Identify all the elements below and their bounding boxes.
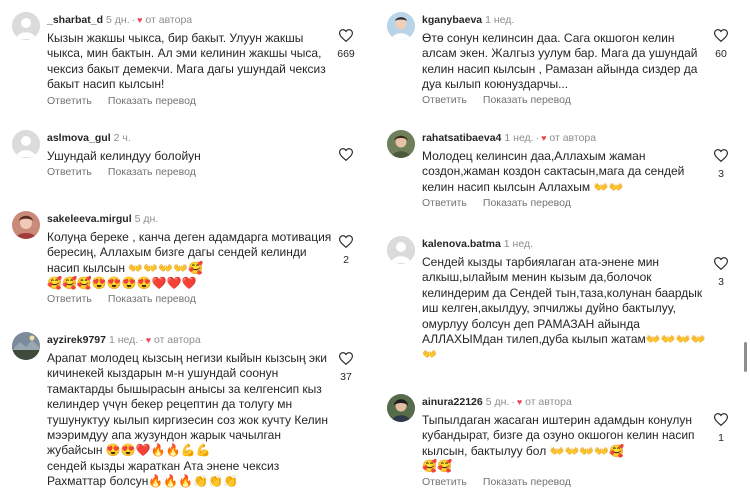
comment-header: ainura22126 5 дн. · ♥ от автора [422,396,572,409]
heart-outline-icon[interactable] [714,257,728,270]
like-count: 37 [340,371,352,383]
comments-column-right: kganybaeva 1 нед. Өтө сонун келинсин даа.… [375,0,750,500]
comment-text: Тыпылдаган жасаган иштерин адамдын конул… [422,413,695,474]
comment-time: 5 дн. [134,213,159,225]
like-control: 37 [331,352,361,383]
comment-username[interactable]: rahatsatibaeva4 [422,132,501,144]
heart-outline-icon[interactable] [339,352,353,365]
comment-actions: Ответить Показать перевод [47,95,212,107]
comment-username[interactable]: kalenova.batma [422,238,501,250]
comment-text: Ушундай келиндуу болойун [47,149,201,163]
comment-username[interactable]: ainura22126 [422,396,483,408]
comment-time: 1 нед. [504,132,534,144]
comment-time: 5 дн. [106,14,130,26]
comment-actions: Ответить Показать перевод [422,94,587,106]
comment-actions: Ответить Показать перевод [47,166,212,178]
comment-time: 1 нед. [485,14,515,26]
scrollbar-thumb[interactable] [744,342,747,372]
separator-dot: · [535,132,540,144]
comment-text: Өтө сонун келинсин даа. Сага окшогон кел… [422,31,698,92]
author-label: от автора [145,14,193,26]
blank-avatar-icon[interactable] [387,236,415,264]
comment-time: 5 дн. [485,396,510,408]
like-control: 3 [706,257,736,288]
like-control: 2 [331,235,361,266]
comment-header: rahatsatibaeva4 1 нед. · ♥ от автора [422,132,596,145]
blank-avatar-icon[interactable] [12,130,40,158]
reply-button[interactable]: Ответить [422,197,467,209]
photo-avatar-icon[interactable] [387,130,415,158]
author-label: от автора [153,334,201,346]
photo-avatar-icon[interactable] [387,394,415,422]
comment-actions: Ответить Показать перевод [422,476,587,488]
author-liked-heart-icon: ♥ [516,397,523,407]
reply-button[interactable]: Ответить [47,293,92,305]
heart-outline-icon[interactable] [339,235,353,248]
photo-avatar-icon[interactable] [387,12,415,40]
separator-dot: · [131,14,136,26]
comment-username[interactable]: kganybaeva [422,14,482,26]
show-translation-button[interactable]: Показать перевод [483,197,571,209]
comment-header: kganybaeva 1 нед. [422,14,514,27]
comment-header: ayzirek9797 1 нед. · ♥ от автора [47,334,201,347]
heart-outline-icon[interactable] [714,29,728,42]
like-control: 60 [706,29,736,60]
like-control [331,148,361,167]
comment-time: 1 нед. [503,238,534,250]
comment-text: Кызын жакшы чыкса, бир бакыт. Улуун жакш… [47,31,326,92]
comment-header: _sharbat_d 5 дн. · ♥ от автора [47,14,192,27]
show-translation-button[interactable]: Показать перевод [108,166,196,178]
heart-outline-icon[interactable] [339,148,353,161]
heart-outline-icon[interactable] [714,149,728,162]
author-label: от автора [549,132,597,144]
like-count: 3 [718,276,724,288]
separator-dot: · [511,396,515,408]
comment-username[interactable]: aslmova_gul [47,132,111,144]
author-liked-heart-icon: ♥ [137,15,143,25]
comment-text: Молодец келинсин даа,Аллахым жаман создо… [422,149,685,194]
author-liked-heart-icon: ♥ [145,335,152,345]
comment-username[interactable]: ayzirek9797 [47,334,106,346]
reply-button[interactable]: Ответить [422,476,467,488]
like-count: 2 [343,254,349,266]
comment-text: Арапат молодец кызсың негизи кыйын кызсы… [47,351,328,489]
like-count: 1 [718,432,724,444]
like-count: 669 [337,48,355,60]
blank-avatar-icon[interactable] [12,12,40,40]
like-control: 669 [331,29,361,60]
comment-actions: Ответить Показать перевод [47,293,212,305]
like-control: 3 [706,149,736,180]
show-translation-button[interactable]: Показать перевод [483,94,571,106]
comment-text: Сендей кызды тарбиялаган ата-энене мин а… [422,255,706,362]
comment-text: Колуңа береке , канча деген адамдарга мо… [47,230,332,291]
like-control: 1 [706,413,736,444]
author-liked-heart-icon: ♥ [541,133,547,143]
show-translation-button[interactable]: Показать перевод [108,293,196,305]
like-count: 3 [718,168,724,180]
comment-header: aslmova_gul 2 ч. [47,132,131,145]
comment-time: 1 нед. [108,334,139,346]
show-translation-button[interactable]: Показать перевод [483,476,571,488]
reply-button[interactable]: Ответить [422,94,467,106]
like-count: 60 [715,48,727,60]
comment-username[interactable]: sakeleeva.mirgul [47,213,132,225]
photo-avatar-icon[interactable] [12,211,40,239]
author-label: от автора [525,396,572,408]
comment-header: kalenova.batma 1 нед. [422,238,533,251]
comment-username[interactable]: _sharbat_d [47,14,103,26]
reply-button[interactable]: Ответить [47,166,92,178]
comment-header: sakeleeva.mirgul 5 дн. [47,213,158,226]
heart-outline-icon[interactable] [339,29,353,42]
separator-dot: · [140,334,144,346]
show-translation-button[interactable]: Показать перевод [108,95,196,107]
comments-column-left: _sharbat_d 5 дн. · ♥ от автора Кызын жакшы … [0,0,375,500]
reply-button[interactable]: Ответить [47,95,92,107]
photo-avatar-icon[interactable] [12,332,40,360]
comment-time: 2 ч. [113,132,131,144]
heart-outline-icon[interactable] [714,413,728,426]
comment-actions: Ответить Показать перевод [422,197,587,209]
